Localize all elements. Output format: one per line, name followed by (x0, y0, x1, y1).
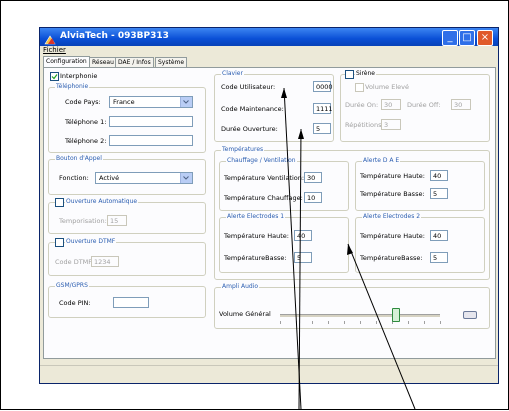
arrow-head-left (281, 88, 287, 98)
arrow-line-left (283, 87, 302, 410)
arrow-line-middle (298, 128, 302, 410)
document-frame: AlviaTech - 093BP313 _ □ × Fichier Confi… (0, 0, 509, 410)
arrow-head-middle (298, 129, 304, 139)
annotation-arrows (281, 87, 416, 410)
arrow-line-right (347, 243, 416, 410)
